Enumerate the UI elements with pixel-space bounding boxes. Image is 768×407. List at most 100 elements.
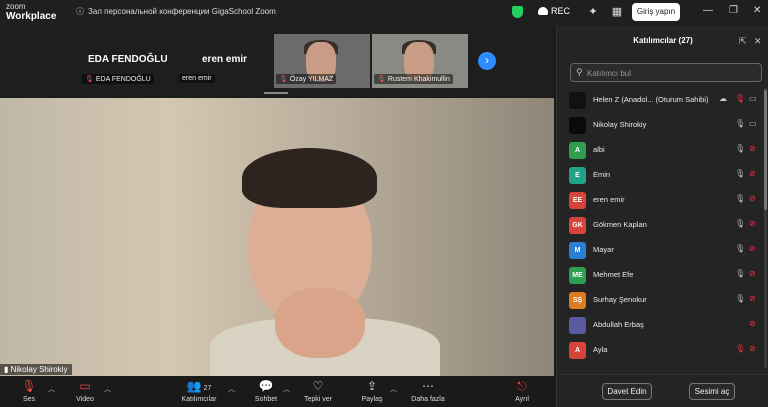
video-off-icon[interactable]: ⊘ <box>749 344 756 353</box>
reactions-button[interactable]: ♡ Tepki ver <box>293 378 343 403</box>
security-shield-icon[interactable] <box>512 6 523 18</box>
participant-row[interactable]: GK Gökmen Kaplan 🎙 ⊘ <box>557 213 768 238</box>
avatar <box>569 117 586 134</box>
mic-off-icon: 🎙 <box>377 76 386 83</box>
more-icon: ⋯ <box>422 379 434 393</box>
avatar: A <box>569 142 586 159</box>
mic-icon[interactable]: 🎙 <box>735 219 745 228</box>
invite-button[interactable]: Davet Edin <box>602 383 652 400</box>
chevron-up-icon[interactable]: ︿ <box>390 384 397 394</box>
mic-icon[interactable]: 🎙 <box>735 269 745 278</box>
mic-off-icon[interactable]: 🎙 <box>735 344 745 353</box>
meeting-title[interactable]: ⓘ Зал персональной конференции GigaSchoo… <box>76 6 276 17</box>
panel-footer: Davet Edin Sesimi aç <box>557 374 768 407</box>
chevron-up-icon[interactable]: ︿ <box>228 384 235 394</box>
chevron-right-icon[interactable]: › <box>478 52 496 70</box>
maximize-button[interactable]: ❐ <box>729 5 738 16</box>
video-off-icon[interactable]: ⊘ <box>749 319 756 328</box>
leave-button[interactable]: ⎋ Ayrıl <box>497 378 547 403</box>
mic-off-icon[interactable]: 🎙 <box>735 94 745 103</box>
video-off-icon[interactable]: ⊘ <box>749 144 756 153</box>
participant-name: Mehmet Efe <box>593 270 634 279</box>
video-tile[interactable]: 🎙 Rustem Khakimullin <box>372 34 468 88</box>
participant-row[interactable]: ME Mehmet Efe 🎙 ⊘ <box>557 263 768 288</box>
info-icon[interactable]: ⓘ <box>76 6 84 17</box>
participant-row[interactable]: EE eren emir 🎙 ⊘ <box>557 188 768 213</box>
video-label: Video <box>76 396 94 403</box>
mic-icon[interactable]: 🎙 <box>735 144 745 153</box>
zoom-logo: zoom Workplace <box>6 2 56 22</box>
video-off-icon[interactable]: ⊘ <box>749 219 756 228</box>
calendar-icon[interactable]: ▦ <box>610 5 624 19</box>
video-off-icon[interactable]: ⊘ <box>749 244 756 253</box>
close-button[interactable]: ✕ <box>753 5 761 16</box>
mic-icon[interactable]: 🎙 <box>735 194 745 203</box>
gallery-strip: EDA FENDOĞLU 🎙 EDA FENDOĞLU eren emir ere… <box>0 26 554 96</box>
more-button[interactable]: ⋯ Daha fazla <box>403 378 453 403</box>
chat-label: Sohbet <box>254 396 278 403</box>
chevron-up-icon[interactable]: ︿ <box>48 384 55 394</box>
participant-name: Abdullah Erbaş <box>593 320 644 329</box>
logo-line2: Workplace <box>6 11 57 22</box>
participants-label: Katılımcılar <box>181 396 217 403</box>
chevron-up-icon[interactable]: ︿ <box>104 384 111 394</box>
minimize-button[interactable]: — <box>703 5 713 16</box>
participant-name: Helen Z (Anadol... (Oturum Sahibi) <box>593 95 709 104</box>
active-speaker-video <box>0 98 554 376</box>
meeting-title-text: Зал персональной конференции GigaSchool … <box>88 7 276 16</box>
participant-row[interactable]: M Mayar 🎙 ⊘ <box>557 238 768 263</box>
share-label: Paylaş <box>361 396 383 403</box>
more-label: Daha fazla <box>411 396 445 403</box>
close-icon[interactable]: ✕ <box>754 36 762 47</box>
video-off-icon: ▭ <box>79 379 91 393</box>
participant-row[interactable]: E Emin 🎙 ⊘ <box>557 163 768 188</box>
participant-row[interactable]: Abdullah Erbaş ⊘ <box>557 313 768 338</box>
avatar <box>569 92 586 109</box>
rec-label: REC <box>551 6 571 16</box>
strip-resize-handle[interactable] <box>264 92 288 94</box>
participants-button[interactable]: 👥 27 Katılımcılar <box>174 378 224 403</box>
record-button[interactable]: REC <box>538 6 570 16</box>
avatar: SŞ <box>569 292 586 309</box>
cloud-icon: ☁ <box>719 94 727 103</box>
sign-in-button[interactable]: Giriş yapın <box>632 3 680 21</box>
mic-icon[interactable]: 🎙 <box>735 169 745 178</box>
participant-row[interactable]: A Ayla 🎙 ⊘ <box>557 338 768 363</box>
mic-off-icon: 🎙 <box>279 76 288 83</box>
participant-search: ⚲ <box>570 63 762 82</box>
video-button[interactable]: ▭ Video <box>60 378 110 403</box>
speaker-label: ▮ Nikolay Shirokiy <box>0 364 72 375</box>
participant-row[interactable]: Aalbi 🎙 ⊘ <box>557 138 768 163</box>
video-off-icon[interactable]: ⊘ <box>749 269 756 278</box>
signal-icon: ▮ <box>4 365 11 374</box>
search-input[interactable] <box>587 66 757 80</box>
heart-icon: ♡ <box>312 379 324 393</box>
sparkle-icon[interactable]: ✦ <box>586 5 600 19</box>
popout-icon[interactable]: ⇱ <box>739 36 747 47</box>
tile-tag: 🎙 Rustem Khakimullin <box>374 74 453 84</box>
mic-icon[interactable]: 🎙 <box>735 294 745 303</box>
participants-panel: Katılımcılar (27) ⇱ ✕ ⚲ Helen Z (Anadol.… <box>556 26 768 407</box>
video-tile[interactable]: 🎙 Özay YILMAZ <box>274 34 370 88</box>
audio-label: Ses <box>22 396 36 403</box>
video-off-icon[interactable]: ⊘ <box>749 194 756 203</box>
participant-list: Helen Z (Anadol... (Oturum Sahibi) ☁ 🎙 ▭ Nik… <box>557 88 768 370</box>
mic-icon[interactable]: 🎙 <box>735 244 745 253</box>
video-off-icon[interactable]: ⊘ <box>749 294 756 303</box>
scrollbar-thumb[interactable] <box>764 90 767 210</box>
tile-tag: eren emir <box>179 74 215 83</box>
audio-button[interactable]: 🎙 Ses <box>4 378 54 403</box>
chevron-up-icon[interactable]: ︿ <box>283 384 290 394</box>
unmute-button[interactable]: Sesimi aç <box>689 383 735 400</box>
video-icon[interactable]: ▭ <box>749 119 757 128</box>
participant-row[interactable]: Helen Z (Anadol... (Oturum Sahibi) ☁ 🎙 ▭ <box>557 88 768 113</box>
speaker-hair <box>242 148 377 208</box>
participant-name: albi <box>593 145 605 154</box>
tile-name: eren emir <box>202 54 248 65</box>
mic-icon[interactable]: 🎙 <box>735 119 745 128</box>
video-icon[interactable]: ▭ <box>749 94 757 103</box>
video-off-icon[interactable]: ⊘ <box>749 169 756 178</box>
participant-row[interactable]: SŞ Surhay Şenokur 🎙 ⊘ <box>557 288 768 313</box>
avatar <box>569 317 586 334</box>
participant-row[interactable]: Nikolay Shirokiy 🎙 ▭ <box>557 113 768 138</box>
